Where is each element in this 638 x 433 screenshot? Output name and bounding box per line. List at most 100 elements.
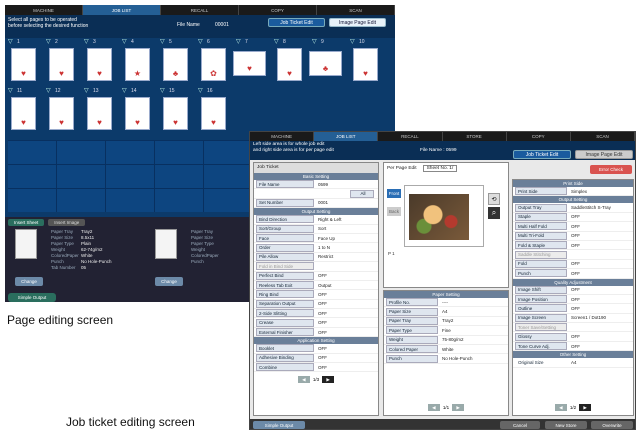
setting-button[interactable]: External Finisher <box>256 328 314 337</box>
tab-recall[interactable]: RECALL <box>161 5 239 15</box>
page-thumbnail[interactable]: ▽ 14 ♥ <box>122 88 153 136</box>
page-thumbnail[interactable]: ▽ 16 ♥ <box>198 88 229 136</box>
prev-page-icon[interactable]: ◀ <box>297 376 310 384</box>
setting-button[interactable]: Fold in Bind Side <box>256 262 314 271</box>
setting-button[interactable]: Crease <box>256 318 314 327</box>
next-page-icon[interactable]: ▶ <box>322 376 335 384</box>
page-thumbnail[interactable]: ▽ 15 ♥ <box>160 88 191 136</box>
setting-button[interactable]: Multi Tri-Fold <box>515 231 567 240</box>
print-side-button[interactable]: Print Side <box>515 187 567 196</box>
tab-scan[interactable]: SCAN <box>317 5 395 15</box>
page-thumbnail[interactable]: ▽ 1 ♥ <box>8 39 39 87</box>
setting-button[interactable]: Combine <box>256 363 314 372</box>
tab-job-list[interactable]: JOB LIST <box>314 132 379 141</box>
setting-button[interactable]: Outline <box>515 304 567 313</box>
sheet-no-box[interactable]: Sheet No. 1/ <box>422 165 458 172</box>
page-thumbnail[interactable]: ▽ 4 ★ <box>122 39 153 87</box>
setting-value: OFF <box>571 334 580 340</box>
simple-output-button[interactable]: Simple Output <box>253 421 305 429</box>
page-thumbnail[interactable]: ▽ 12 ♥ <box>46 88 77 136</box>
setting-button[interactable]: Punch <box>515 269 567 278</box>
next-page-icon[interactable]: ▶ <box>579 404 592 411</box>
prev-page-icon[interactable]: ◀ <box>427 404 440 411</box>
setting-button[interactable]: Fold & Staple <box>515 241 567 250</box>
image-page-edit-button[interactable]: Image Page Edit <box>329 18 386 27</box>
zoom-icon[interactable]: ⌕ <box>488 207 500 219</box>
job-ticket-edit-button[interactable]: Job Ticket Edit <box>513 150 571 159</box>
setting-button[interactable]: Pile Allow <box>256 252 314 261</box>
cancel-button[interactable]: Cancel <box>500 421 540 429</box>
page-thumbnail[interactable]: ▽ 2 ♥ <box>46 39 77 87</box>
image-page-edit-button[interactable]: Image Page Edit <box>575 150 633 159</box>
setting-button[interactable]: Tone Curve Adj. <box>515 342 567 351</box>
setting-button[interactable]: Order <box>256 243 314 252</box>
info-key: Punch <box>191 259 204 264</box>
setting-row: Reeless Tab Exit Output <box>254 281 378 291</box>
tab-machine[interactable]: MACHINE <box>5 5 83 15</box>
tab-job-list[interactable]: JOB LIST <box>83 5 161 15</box>
setting-button[interactable]: Fold <box>515 259 567 268</box>
page-thumbnail[interactable]: ▽ 7 ♥ <box>233 39 267 87</box>
setting-button[interactable]: Image Shift <box>515 285 567 294</box>
setting-button[interactable]: Paper Size <box>386 307 438 316</box>
setting-button[interactable]: Perfect Bind <box>256 271 314 280</box>
set-number-button[interactable]: Set Number <box>256 198 314 207</box>
page-thumbnail[interactable]: ▽ 13 ♥ <box>84 88 115 136</box>
setting-value: Output <box>318 282 332 288</box>
setting-button[interactable]: Punch <box>386 354 438 363</box>
setting-button[interactable]: Paper Tray <box>386 316 438 325</box>
back-button[interactable]: Back <box>387 207 401 216</box>
tab-copy[interactable]: COPY <box>507 132 571 141</box>
setting-value: Screen1 / Dot190 <box>571 315 607 321</box>
setting-button[interactable]: Reeless Tab Exit <box>256 281 314 290</box>
insert-image-button[interactable]: Insert Image <box>48 219 86 226</box>
setting-button[interactable]: Bind Direction <box>256 215 314 224</box>
change-button[interactable]: Change <box>15 277 43 286</box>
setting-button[interactable]: Sort/Group <box>256 224 314 233</box>
tab-recall[interactable]: RECALL <box>378 132 443 141</box>
tab-scan[interactable]: SCAN <box>571 132 635 141</box>
setting-button[interactable]: Glossy <box>515 332 567 341</box>
setting-button[interactable]: Image Position <box>515 295 567 304</box>
change-button-b[interactable]: Change <box>155 277 183 286</box>
overwrite-button[interactable]: Overwrite <box>591 421 633 429</box>
setting-button[interactable]: Saddle Stitching <box>515 250 567 259</box>
setting-button[interactable]: Ring Bind <box>256 290 314 299</box>
tab-machine[interactable]: MACHINE <box>250 132 315 141</box>
tab-copy[interactable]: COPY <box>239 5 317 15</box>
setting-button[interactable]: Multi Half Fold <box>515 222 567 231</box>
page-thumbnail[interactable]: ▽ 10 ♥ <box>350 39 381 87</box>
file-name-button[interactable]: File Name <box>256 180 314 189</box>
job-ticket-edit-button[interactable]: Job Ticket Edit <box>268 18 325 27</box>
setting-button[interactable]: Staple <box>515 212 567 221</box>
page-thumbnail[interactable]: ▽ 9 ♣ <box>309 39 343 87</box>
page-thumbnail[interactable]: ▽ 5 ♣ <box>160 39 191 87</box>
prev-page-icon[interactable]: ◀ <box>554 404 567 411</box>
page-thumbnail[interactable]: ▽ 11 ♥ <box>8 88 39 136</box>
page-thumbnail[interactable]: ▽ 6 ✿ <box>198 39 229 87</box>
setting-button[interactable]: Colored Paper <box>386 345 438 354</box>
tab-store[interactable]: STORE <box>443 132 507 141</box>
error-check-button[interactable]: Error Check <box>590 165 632 174</box>
setting-button[interactable]: Image Screen <box>515 313 567 322</box>
setting-button[interactable]: Face <box>256 234 314 243</box>
front-button[interactable]: Front <box>387 189 401 198</box>
page-thumbnail[interactable]: ▽ 8 ♥ <box>274 39 305 87</box>
setting-button[interactable]: 2-Side Slitting <box>256 309 314 318</box>
setting-button[interactable]: Profile No. <box>386 298 438 307</box>
setting-button[interactable]: Weight <box>386 335 438 344</box>
setting-button[interactable]: Adhesive Binding <box>256 353 314 362</box>
page-thumbnail[interactable]: ▽ 3 ♥ <box>84 39 115 87</box>
setting-button[interactable]: Toner Save/Setting <box>515 323 567 332</box>
insert-sheet-button[interactable]: Insert Sheet <box>8 219 45 226</box>
new-store-button[interactable]: New Store <box>545 421 587 429</box>
page-number: 9 <box>321 39 324 45</box>
setting-button[interactable]: Booklet <box>256 344 314 353</box>
all-button[interactable]: All <box>350 189 374 198</box>
next-page-icon[interactable]: ▶ <box>452 404 465 411</box>
rotate-icon[interactable]: ⟲ <box>488 193 500 205</box>
setting-button[interactable]: Separation Output <box>256 299 314 308</box>
setting-button[interactable]: Output Tray <box>515 203 567 212</box>
setting-button[interactable]: Paper Type <box>386 326 438 335</box>
simple-output-button[interactable]: Simple Output <box>8 293 56 302</box>
